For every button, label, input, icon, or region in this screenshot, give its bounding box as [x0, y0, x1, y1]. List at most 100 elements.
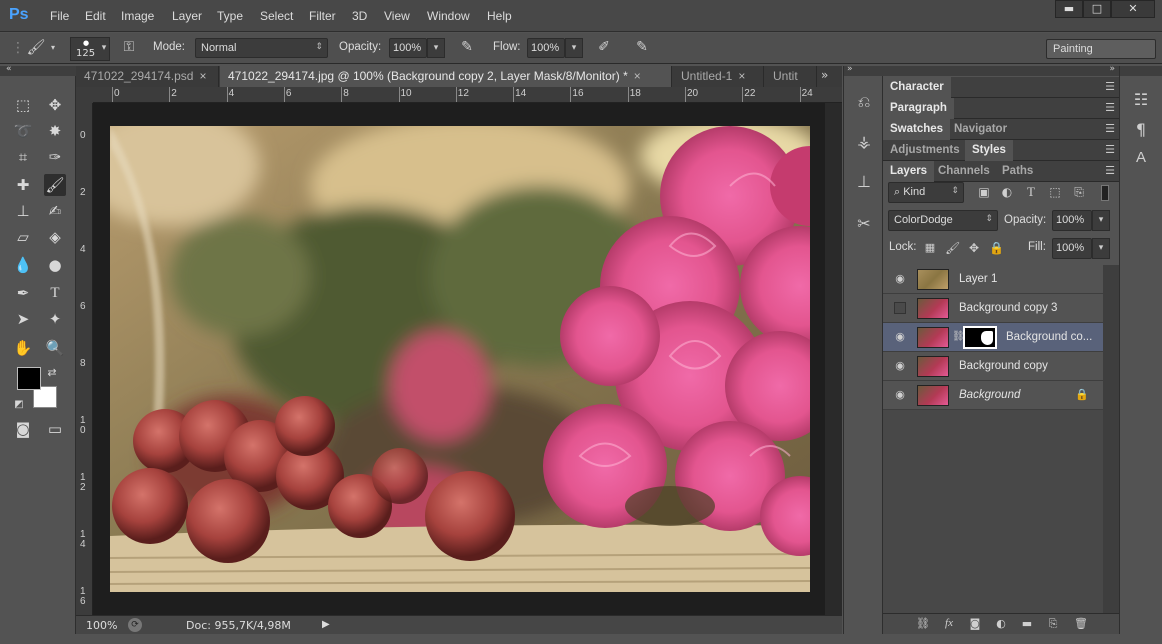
layer-row-background-copy-3[interactable]: Background copy 3	[883, 294, 1103, 323]
tab-character[interactable]: Character	[883, 77, 951, 98]
tab-styles[interactable]: Styles	[965, 140, 1013, 161]
close-tab-icon[interactable]: ×	[738, 69, 745, 83]
tab-channels[interactable]: Channels	[931, 161, 997, 182]
visibility-eye-icon[interactable]: ◉	[894, 273, 906, 285]
blur-tool-icon[interactable]: 💧	[12, 254, 34, 276]
dodge-tool-icon[interactable]: ●	[44, 254, 66, 276]
layer-opacity-input[interactable]: 100%	[1052, 210, 1092, 231]
tab-untit[interactable]: Untit	[765, 66, 817, 87]
tab-paths[interactable]: Paths	[995, 161, 1040, 182]
layer-row-background-copy-2[interactable]: ◉ ⛓ Background co...	[883, 323, 1103, 352]
layer-filter-kind[interactable]: ⌕ Kind ⇕	[888, 182, 964, 203]
visibility-empty-box[interactable]	[894, 302, 906, 314]
zoom-level[interactable]: 100%	[86, 619, 117, 632]
menu-file[interactable]: File	[50, 9, 69, 23]
mode-select[interactable]: Normal ⇕	[195, 38, 328, 58]
layer-opacity-dropdown-icon[interactable]: ▾	[1092, 210, 1110, 231]
layer-row-background[interactable]: ◉ Background 🔒	[883, 381, 1103, 410]
menu-help[interactable]: Help	[487, 9, 512, 23]
tab-jpg-active[interactable]: 471022_294174.jpg @ 100% (Background cop…	[220, 66, 672, 87]
vertical-scrollbar[interactable]	[825, 103, 842, 615]
tab-untitled-1[interactable]: Untitled-1 ×	[673, 66, 764, 87]
fill-input[interactable]: 100%	[1052, 238, 1092, 259]
tool-preset-dropdown-icon[interactable]: ▾	[48, 44, 58, 52]
tab-adjustments[interactable]: Adjustments	[883, 140, 967, 161]
hand-tool-icon[interactable]: ✋	[12, 337, 34, 359]
character-styles-icon[interactable]: A	[1130, 150, 1152, 165]
ruler-origin[interactable]	[76, 87, 93, 103]
menu-window[interactable]: Window	[427, 9, 470, 23]
pen-tool-icon[interactable]: ✒	[12, 282, 34, 304]
layer-name[interactable]: Background copy 3	[959, 302, 1057, 314]
menu-3d[interactable]: 3D	[352, 9, 367, 23]
document-canvas-image[interactable]	[110, 126, 810, 592]
marquee-tool-icon[interactable]: ⬚	[12, 94, 34, 116]
menu-type[interactable]: Type	[217, 9, 243, 23]
delete-layer-trash-icon[interactable]: 🗑	[1073, 618, 1089, 629]
lock-position-icon[interactable]: ✥	[967, 242, 981, 254]
filter-pixel-icon[interactable]: ▣	[976, 186, 992, 198]
quick-mask-icon[interactable]: ◙	[12, 418, 34, 440]
maximize-button[interactable]: □	[1083, 0, 1111, 18]
healing-brush-tool-icon[interactable]: ✚	[12, 174, 34, 196]
screen-mode-icon[interactable]: ▭	[44, 418, 66, 440]
visibility-eye-icon[interactable]: ◉	[894, 389, 906, 401]
horizontal-ruler[interactable]: 0 2 4 6 8 10 12 14 16 18 20 22 24	[93, 87, 842, 103]
eyedropper-tool-icon[interactable]: ✑	[44, 146, 66, 168]
menu-filter[interactable]: Filter	[309, 9, 336, 23]
status-menu-arrow-icon[interactable]: ▶	[322, 619, 330, 630]
magic-wand-tool-icon[interactable]: ✸	[44, 120, 66, 142]
fill-dropdown-icon[interactable]: ▾	[1092, 238, 1110, 259]
dock-collapse-icon[interactable]: »	[1109, 64, 1115, 74]
adjustment-layer-icon[interactable]: ◐	[993, 618, 1009, 629]
tab-psd[interactable]: 471022_294174.psd ×	[76, 66, 219, 87]
layer-style-fx-icon[interactable]: fx	[941, 618, 957, 629]
collapse-icon[interactable]: «	[6, 64, 12, 74]
flow-dropdown-icon[interactable]: ▾	[565, 38, 583, 58]
lock-image-icon[interactable]: 🖌	[945, 242, 960, 254]
paint-bucket-tool-icon[interactable]: ◈	[44, 226, 66, 248]
clone-stamp-tool-icon[interactable]: ⊥	[12, 200, 34, 222]
link-layers-icon[interactable]: ⛓	[915, 618, 931, 629]
clone-source-icon[interactable]: ⊥	[853, 174, 875, 190]
tab-navigator[interactable]: Navigator	[947, 119, 1014, 140]
zoom-tool-icon[interactable]: 🔍	[44, 337, 66, 359]
lasso-tool-icon[interactable]: ➰	[12, 120, 34, 142]
layer-row-layer-1[interactable]: ◉ Layer 1	[883, 265, 1103, 294]
brush-tool-icon[interactable]: 🖌	[26, 40, 46, 55]
flow-input[interactable]: 100%	[527, 38, 565, 58]
tab-swatches[interactable]: Swatches	[883, 119, 951, 140]
visibility-eye-icon[interactable]: ◉	[894, 360, 906, 372]
move-tool-icon[interactable]: ✥	[44, 94, 66, 116]
layers-scrollbar[interactable]	[1103, 265, 1119, 617]
close-button[interactable]: ✕	[1111, 0, 1155, 18]
filter-adjustment-icon[interactable]: ◐	[999, 186, 1015, 198]
filter-smart-object-icon[interactable]: ⎘	[1071, 186, 1087, 198]
filter-toggle[interactable]	[1101, 185, 1109, 201]
airbrush-icon[interactable]: ✐	[594, 40, 614, 54]
foreground-color-swatch[interactable]	[17, 367, 41, 390]
opacity-input[interactable]: 100%	[389, 38, 427, 58]
tab-paragraph[interactable]: Paragraph	[883, 98, 954, 119]
menu-image[interactable]: Image	[121, 9, 154, 23]
panel-menu-icon[interactable]: ☰	[1105, 80, 1115, 93]
type-tool-icon[interactable]: T	[44, 282, 66, 304]
lock-all-icon[interactable]: 🔒	[989, 242, 1004, 254]
minimize-button[interactable]: ▬	[1055, 0, 1083, 18]
layer-name[interactable]: Background co...	[1006, 331, 1092, 343]
layer-name[interactable]: Background copy	[959, 360, 1048, 372]
layer-mask-thumbnail[interactable]	[963, 326, 997, 349]
panel-menu-icon[interactable]: ☰	[1105, 164, 1115, 177]
menu-view[interactable]: View	[384, 9, 410, 23]
filter-shape-icon[interactable]: ⬚	[1047, 186, 1063, 198]
opacity-dropdown-icon[interactable]: ▾	[427, 38, 445, 58]
properties-icon[interactable]: ☷	[1130, 92, 1152, 108]
close-tab-icon[interactable]: ×	[634, 69, 641, 83]
eraser-tool-icon[interactable]: ▱	[12, 226, 34, 248]
history-brush-tool-icon[interactable]: ✍	[44, 200, 66, 222]
layer-name[interactable]: Background	[959, 389, 1020, 401]
history-panel-icon[interactable]: ⎌	[853, 94, 875, 110]
workspace-switcher[interactable]: Painting	[1046, 39, 1156, 59]
visibility-eye-icon[interactable]: ◉	[894, 331, 906, 343]
share-icon[interactable]: ⟳	[128, 618, 142, 632]
